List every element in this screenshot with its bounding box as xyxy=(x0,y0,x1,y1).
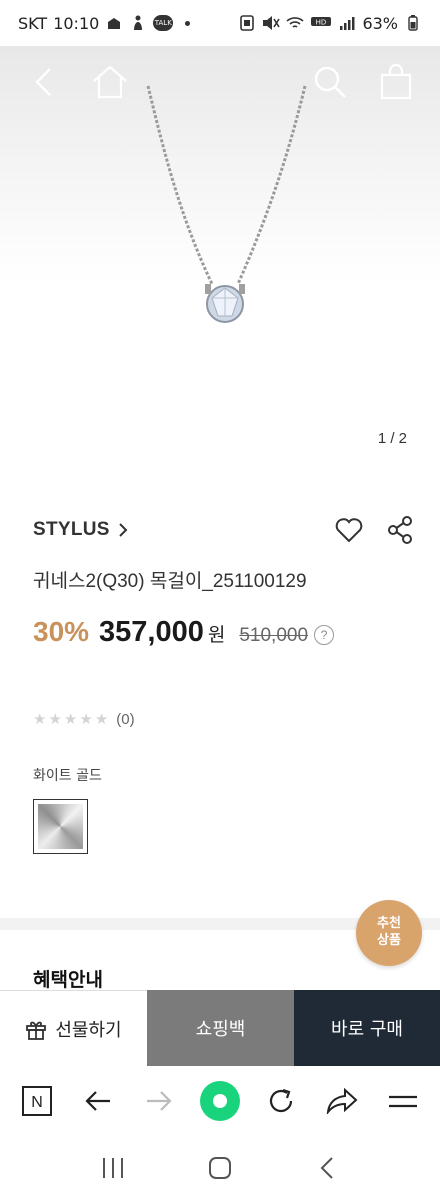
green-dot-button[interactable] xyxy=(195,1076,245,1126)
star-icon: ★ xyxy=(79,710,93,728)
back-button[interactable] xyxy=(22,60,66,104)
price-row: 30% 357,000 원 510,000 ? xyxy=(33,616,335,649)
share-page-button[interactable] xyxy=(317,1076,367,1126)
refresh-button[interactable] xyxy=(256,1076,306,1126)
signal-icon xyxy=(338,14,356,32)
house-notification-icon xyxy=(105,14,123,32)
product-name: 귀네스2(Q30) 목걸이_251100129 xyxy=(33,571,307,592)
gallery-pager: 1 / 2 xyxy=(377,430,407,447)
brand-link[interactable]: STYLUS xyxy=(33,519,128,541)
share-arrow-icon xyxy=(327,1088,358,1114)
system-back-button[interactable] xyxy=(302,1143,352,1193)
star-icon: ★ xyxy=(33,710,47,728)
battery-level: 63% xyxy=(362,13,398,33)
wifi-icon xyxy=(286,14,304,32)
recommend-line1: 추천 xyxy=(377,916,401,932)
gift-icon xyxy=(26,1021,47,1040)
star-icon: ★ xyxy=(48,710,62,728)
brand-name: STYLUS xyxy=(33,519,110,540)
add-to-cart-button[interactable]: 쇼핑백 xyxy=(147,990,294,1066)
carrier-label: SKT xyxy=(18,13,48,33)
system-back-icon xyxy=(320,1157,333,1179)
browser-back-button[interactable] xyxy=(73,1076,123,1126)
browser-toolbar: N xyxy=(0,1066,440,1136)
refresh-icon xyxy=(270,1088,293,1113)
green-dot-icon xyxy=(199,1081,240,1121)
brand-row: STYLUS xyxy=(33,510,413,550)
top-navigation xyxy=(0,46,440,118)
svg-text:HD: HD xyxy=(316,19,327,27)
home-square-icon xyxy=(208,1157,231,1179)
home-icon xyxy=(93,65,127,99)
system-navigation-bar xyxy=(0,1136,440,1200)
search-icon xyxy=(314,66,346,98)
arrow-right-icon xyxy=(146,1091,172,1111)
recommend-products-button[interactable]: 추천 상품 xyxy=(356,900,422,966)
hd-voice-icon: HD xyxy=(310,14,332,32)
naver-n-icon: N xyxy=(21,1086,52,1116)
chevron-right-icon xyxy=(119,523,128,537)
option-label: 화이트 골드 xyxy=(33,768,102,784)
figure-notification-icon xyxy=(129,14,147,32)
cart-label: 쇼핑백 xyxy=(195,1019,246,1040)
heart-icon[interactable] xyxy=(335,517,363,543)
shopping-bag-button[interactable] xyxy=(374,60,418,104)
screenshot-icon xyxy=(238,14,256,32)
shopping-bag-icon xyxy=(380,64,412,100)
gift-label: 선물하기 xyxy=(55,1019,122,1041)
svg-text:N: N xyxy=(31,1094,43,1111)
discount-rate: 30% xyxy=(33,616,90,647)
more-notifications-icon xyxy=(185,20,191,26)
benefit-section-title: 혜택안내 xyxy=(33,969,103,991)
buy-label: 바로 구매 xyxy=(331,1019,403,1040)
star-icon: ★ xyxy=(63,710,78,728)
naver-home-button[interactable]: N xyxy=(12,1076,62,1126)
recent-apps-button[interactable] xyxy=(88,1143,138,1193)
star-icon: ★ xyxy=(94,710,109,728)
chevron-left-icon xyxy=(35,68,51,96)
purchase-bar: 선물하기 쇼핑백 바로 구매 xyxy=(0,990,440,1066)
kakaotalk-icon: TALK xyxy=(153,15,174,31)
status-bar: SKT 10:10 TALK HD 63% xyxy=(0,0,440,46)
system-home-button[interactable] xyxy=(195,1143,245,1193)
question-icon: ? xyxy=(320,628,328,642)
rating[interactable]: ★ ★ ★ ★ ★ (0) xyxy=(33,710,135,728)
review-count: (0) xyxy=(116,710,135,728)
color-swatch-white-gold[interactable] xyxy=(33,799,88,854)
sale-price: 357,000 xyxy=(99,616,204,648)
clock: 10:10 xyxy=(53,13,100,33)
arrow-left-icon xyxy=(85,1091,110,1111)
hamburger-icon xyxy=(389,1095,418,1108)
mute-icon xyxy=(262,14,281,32)
recent-apps-icon xyxy=(103,1158,124,1178)
swatch-image xyxy=(38,804,83,849)
currency-unit: 원 xyxy=(207,625,226,646)
search-button[interactable] xyxy=(308,60,352,104)
home-button[interactable] xyxy=(88,60,132,104)
gift-button[interactable]: 선물하기 xyxy=(0,990,147,1066)
menu-button[interactable] xyxy=(378,1076,428,1126)
browser-forward-button[interactable] xyxy=(134,1076,184,1126)
price-help-button[interactable]: ? xyxy=(314,625,335,645)
battery-icon xyxy=(404,14,422,32)
buy-now-button[interactable]: 바로 구매 xyxy=(294,990,440,1066)
original-price: 510,000 xyxy=(239,625,309,646)
recommend-line2: 상품 xyxy=(377,933,401,948)
share-icon[interactable] xyxy=(387,516,413,544)
